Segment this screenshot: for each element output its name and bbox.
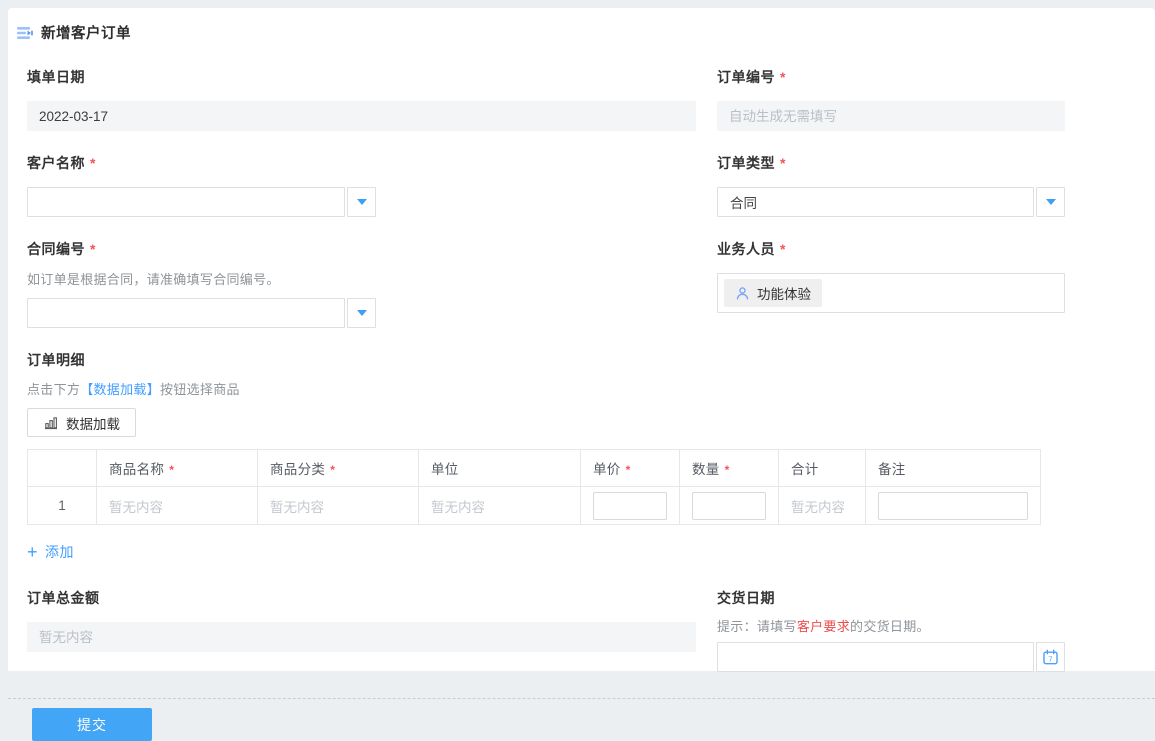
plus-icon: + bbox=[27, 542, 39, 562]
order-type-label: 订单类型 * bbox=[717, 155, 786, 171]
remark-cell bbox=[865, 486, 1041, 525]
delivery-date-hint: 提示：请填写客户要求的交货日期。 bbox=[717, 619, 930, 634]
page-card: 新增客户订单 填单日期 订单编号* 客户名称* bbox=[8, 8, 1155, 741]
add-row-label: 添加 bbox=[45, 544, 75, 560]
order-detail-section: 订单明细 点击下方【数据加载】按钮选择商品 数据加载 商品名称 * 商品分类 *… bbox=[27, 350, 1155, 563]
calendar-icon: 7 bbox=[1043, 649, 1058, 664]
quantity-cell bbox=[679, 486, 779, 525]
unit-cell[interactable]: 暂无内容 bbox=[418, 486, 581, 525]
total-cell: 暂无内容 bbox=[778, 486, 866, 525]
form-area: 填单日期 订单编号* 客户名称* 订单类型* bbox=[8, 67, 1155, 694]
delivery-date-input[interactable] bbox=[717, 642, 1034, 672]
col-header-category: 商品分类 * bbox=[257, 449, 419, 487]
bar-chart-icon bbox=[45, 416, 57, 429]
chevron-down-icon bbox=[356, 310, 367, 316]
col-header-index bbox=[27, 449, 97, 487]
contract-no-dropdown-button[interactable] bbox=[347, 298, 376, 328]
row-index-cell: 1 bbox=[27, 486, 97, 525]
order-no-input[interactable] bbox=[717, 101, 1065, 131]
contract-no-hint: 如订单是根据合同，请准确填写合同编号。 bbox=[27, 272, 280, 287]
contract-no-input[interactable] bbox=[27, 298, 345, 328]
customer-dropdown-button[interactable] bbox=[347, 187, 376, 217]
contract-no-label: 合同编号 * bbox=[27, 241, 96, 257]
field-salesperson: 业务人员 * 功能体验 bbox=[717, 239, 1065, 328]
field-fill-date: 填单日期 bbox=[27, 67, 696, 131]
quantity-input[interactable] bbox=[692, 491, 766, 520]
fill-date-input[interactable] bbox=[27, 101, 696, 131]
person-icon bbox=[736, 286, 749, 299]
remark-input[interactable] bbox=[878, 491, 1028, 520]
table-row: 1 暂无内容 暂无内容 暂无内容 暂无内容 bbox=[27, 486, 1041, 525]
chevron-down-icon bbox=[1045, 199, 1056, 205]
unit-price-cell bbox=[580, 486, 680, 525]
salesperson-tag[interactable]: 功能体验 bbox=[724, 279, 822, 307]
order-detail-label: 订单明细 bbox=[27, 352, 85, 368]
data-load-hint-link: 【数据加载】 bbox=[80, 382, 161, 397]
col-header-total: 合计 bbox=[778, 449, 866, 487]
product-name-cell[interactable]: 暂无内容 bbox=[96, 486, 258, 525]
submit-button[interactable]: 提交 bbox=[32, 708, 152, 741]
page-title: 新增客户订单 bbox=[41, 26, 131, 42]
col-header-remark: 备注 bbox=[865, 449, 1041, 487]
field-contract-no: 合同编号 * 如订单是根据合同，请准确填写合同编号。 bbox=[27, 239, 696, 328]
order-detail-hint: 点击下方【数据加载】按钮选择商品 bbox=[27, 382, 240, 397]
col-header-unit-price: 单价 * bbox=[580, 449, 680, 487]
svg-text:7: 7 bbox=[1048, 654, 1052, 663]
field-order-type: 订单类型 * bbox=[717, 153, 1065, 217]
col-header-product-name: 商品名称 * bbox=[96, 449, 258, 487]
chevron-down-icon bbox=[356, 199, 367, 205]
order-detail-table: 商品名称 * 商品分类 * 单位 单价 * 数量 * 合计 备注 1 暂无内容 暂无内容 bbox=[27, 449, 1041, 525]
field-order-no: 订单编号 * bbox=[717, 67, 1065, 131]
category-cell[interactable]: 暂无内容 bbox=[257, 486, 419, 525]
submit-bar: 提交 bbox=[8, 699, 1155, 741]
order-total-input[interactable] bbox=[27, 622, 696, 652]
data-load-button-label: 数据加载 bbox=[66, 416, 120, 432]
page-header: 新增客户订单 bbox=[8, 8, 1155, 43]
salesperson-box[interactable]: 功能体验 bbox=[717, 273, 1065, 313]
order-type-input[interactable] bbox=[717, 187, 1034, 217]
calendar-button[interactable]: 7 bbox=[1036, 642, 1065, 672]
order-type-dropdown-button[interactable] bbox=[1036, 187, 1065, 217]
field-order-total: 订单总金额 bbox=[27, 588, 696, 672]
salesperson-tag-label: 功能体验 bbox=[757, 287, 811, 302]
order-total-label: 订单总金额 bbox=[27, 590, 100, 606]
salesperson-label: 业务人员 * bbox=[717, 241, 786, 257]
col-header-quantity: 数量 * bbox=[679, 449, 779, 487]
delivery-date-label: 交货日期 bbox=[717, 590, 775, 606]
order-no-label: 订单编号 * bbox=[717, 69, 786, 85]
field-customer: 客户名称 * bbox=[27, 153, 696, 217]
field-delivery-date: 交货日期 提示：请填写客户要求的交货日期。 7 bbox=[717, 588, 1065, 672]
table-header-row: 商品名称 * 商品分类 * 单位 单价 * 数量 * 合计 备注 bbox=[27, 449, 1041, 487]
add-row-button[interactable]: + 添加 bbox=[27, 542, 74, 562]
customer-input[interactable] bbox=[27, 187, 345, 217]
data-load-button[interactable]: 数据加载 bbox=[27, 408, 136, 437]
fill-date-label: 填单日期 bbox=[27, 69, 85, 85]
col-header-unit: 单位 bbox=[418, 449, 581, 487]
unit-price-input[interactable] bbox=[593, 491, 667, 520]
customer-label: 客户名称 * bbox=[27, 155, 96, 171]
collapse-menu-icon[interactable] bbox=[16, 25, 33, 41]
